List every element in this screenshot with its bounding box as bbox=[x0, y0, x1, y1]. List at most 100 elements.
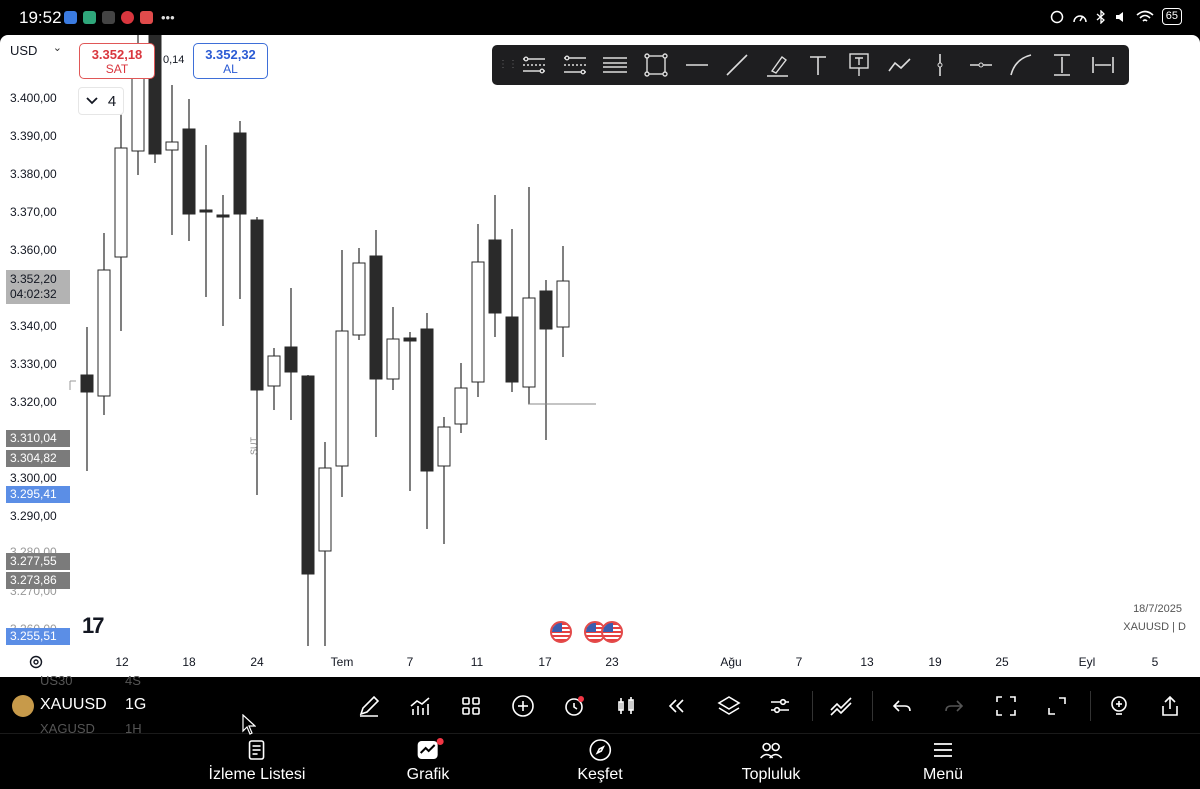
idea-icon[interactable] bbox=[1104, 691, 1134, 721]
currency-label: USD bbox=[10, 43, 38, 58]
candle-down[interactable] bbox=[199, 209, 213, 213]
tab-chart[interactable]: Grafik bbox=[407, 738, 449, 784]
pencil-icon[interactable] bbox=[354, 691, 384, 721]
candle-down[interactable] bbox=[250, 219, 264, 391]
candle-up[interactable] bbox=[471, 261, 485, 383]
candle-down[interactable] bbox=[233, 132, 247, 215]
buy-label: AL bbox=[223, 62, 238, 76]
candle-up[interactable] bbox=[318, 467, 332, 552]
candle-down[interactable] bbox=[301, 375, 315, 575]
layouts-icon[interactable] bbox=[456, 691, 486, 721]
candle-up[interactable] bbox=[386, 338, 400, 380]
spread-value: 0,14 bbox=[163, 54, 185, 66]
candle-down[interactable] bbox=[420, 328, 434, 472]
chart-area[interactable]: SUT USD ⌄ 3.352,18 SAT 0,14 3.352,32 AL … bbox=[0, 35, 1200, 677]
candlestick-chart[interactable]: SUT bbox=[0, 35, 1200, 677]
add-icon[interactable] bbox=[508, 691, 538, 721]
share-icon[interactable] bbox=[1155, 691, 1185, 721]
trend-line-icon[interactable] bbox=[717, 45, 758, 85]
candle-up[interactable] bbox=[522, 297, 536, 388]
candle-down[interactable] bbox=[505, 316, 519, 383]
candle-down[interactable] bbox=[80, 374, 94, 393]
undo-icon[interactable] bbox=[887, 691, 917, 721]
symbol-selector[interactable]: XAUUSD bbox=[40, 696, 107, 714]
price-range-icon[interactable] bbox=[1042, 45, 1083, 85]
horizontal-line-icon[interactable] bbox=[676, 45, 717, 85]
interval-selector[interactable]: 1G bbox=[125, 696, 146, 714]
path-icon[interactable] bbox=[879, 45, 920, 85]
tab-explore[interactable]: Keşfet bbox=[577, 738, 623, 784]
session-marker: SUT bbox=[249, 436, 259, 455]
indicator-collapse-button[interactable]: 4 bbox=[78, 87, 124, 115]
layers-icon[interactable] bbox=[714, 691, 744, 721]
candle-down[interactable] bbox=[403, 337, 417, 342]
price-axis-label: 3.340,00 bbox=[10, 319, 57, 333]
horizontal-lines-icon[interactable] bbox=[595, 45, 636, 85]
status-bar: 19:52 ••• 65 bbox=[0, 0, 1200, 35]
candle-up[interactable] bbox=[114, 147, 128, 258]
currency-select[interactable]: USD ⌄ bbox=[4, 39, 66, 63]
settings-icon[interactable] bbox=[765, 691, 795, 721]
silent-icon bbox=[1115, 11, 1123, 22]
bluetooth-icon bbox=[1096, 9, 1105, 24]
tab-label: Keşfet bbox=[577, 766, 623, 783]
notification-icons: ••• bbox=[64, 10, 175, 25]
fullscreen-frame-icon[interactable] bbox=[991, 691, 1021, 721]
indicators-icon[interactable] bbox=[405, 691, 435, 721]
tab-menu[interactable]: Menü bbox=[923, 738, 963, 784]
time-axis-label: 12 bbox=[115, 655, 129, 669]
buy-price: 3.352,32 bbox=[205, 47, 256, 62]
redo-icon[interactable] bbox=[939, 691, 969, 721]
chart-type-icon[interactable] bbox=[611, 691, 641, 721]
sell-price: 3.352,18 bbox=[91, 47, 143, 62]
horizontal-ray-icon[interactable] bbox=[961, 45, 1002, 85]
price-level-badge: 3.255,51 bbox=[6, 628, 70, 645]
regression-trend-icon[interactable] bbox=[555, 45, 596, 85]
tab-community[interactable]: Topluluk bbox=[742, 738, 800, 784]
sell-button[interactable]: 3.352,18 SAT bbox=[79, 43, 155, 79]
alert-icon[interactable] bbox=[559, 691, 589, 721]
candle-up[interactable] bbox=[335, 330, 349, 467]
price-axis-label: 3.390,00 bbox=[10, 129, 57, 143]
time-axis-label: 25 bbox=[995, 655, 1009, 669]
drawing-toolbar: ⋮⋮ bbox=[492, 45, 1129, 85]
tab-label: İzleme Listesi bbox=[208, 766, 306, 783]
vertical-line-icon[interactable] bbox=[920, 45, 961, 85]
curve-icon[interactable] bbox=[1001, 45, 1042, 85]
candle-up[interactable] bbox=[437, 426, 451, 467]
candle-down[interactable] bbox=[182, 128, 196, 215]
candle-up[interactable] bbox=[165, 141, 179, 151]
price-axis-label: 3.320,00 bbox=[10, 395, 57, 409]
candle-down[interactable] bbox=[284, 346, 298, 373]
date-range-icon[interactable] bbox=[1082, 45, 1123, 85]
candle-up[interactable] bbox=[454, 387, 468, 425]
alarm-icon bbox=[1050, 10, 1063, 23]
anchored-text-icon[interactable] bbox=[839, 45, 880, 85]
candle-down[interactable] bbox=[369, 255, 383, 380]
drag-handle-icon[interactable]: ⋮⋮ bbox=[498, 60, 518, 70]
candle-up[interactable] bbox=[267, 355, 281, 387]
expand-icon[interactable] bbox=[1042, 691, 1072, 721]
rectangle-icon[interactable] bbox=[636, 45, 677, 85]
candle-up[interactable] bbox=[352, 262, 366, 336]
candle-down[interactable] bbox=[216, 214, 230, 218]
tab-watchlist[interactable]: İzleme Listesi bbox=[208, 738, 306, 784]
candle-up[interactable] bbox=[556, 280, 570, 328]
us-flag-event-icon[interactable] bbox=[550, 621, 572, 643]
replay-icon[interactable] bbox=[662, 691, 692, 721]
candle-up[interactable] bbox=[97, 269, 111, 397]
date-stamp: 18/7/2025 bbox=[1133, 603, 1182, 615]
watchlist-icon bbox=[249, 740, 265, 760]
mouse-cursor-icon bbox=[242, 714, 256, 735]
brush-icon[interactable] bbox=[758, 45, 799, 85]
chart-settings-icon[interactable] bbox=[28, 654, 44, 670]
candle-down[interactable] bbox=[488, 239, 502, 314]
us-flag-event-icon[interactable] bbox=[601, 621, 623, 643]
buy-button[interactable]: 3.352,32 AL bbox=[193, 43, 268, 79]
candle-down[interactable] bbox=[539, 290, 553, 330]
price-level-badge: 3.310,04 bbox=[6, 430, 70, 447]
text-icon[interactable] bbox=[798, 45, 839, 85]
trading-icon[interactable] bbox=[826, 691, 856, 721]
parallel-channel-icon[interactable] bbox=[514, 45, 555, 85]
price-axis-label: 3.290,00 bbox=[10, 509, 57, 523]
